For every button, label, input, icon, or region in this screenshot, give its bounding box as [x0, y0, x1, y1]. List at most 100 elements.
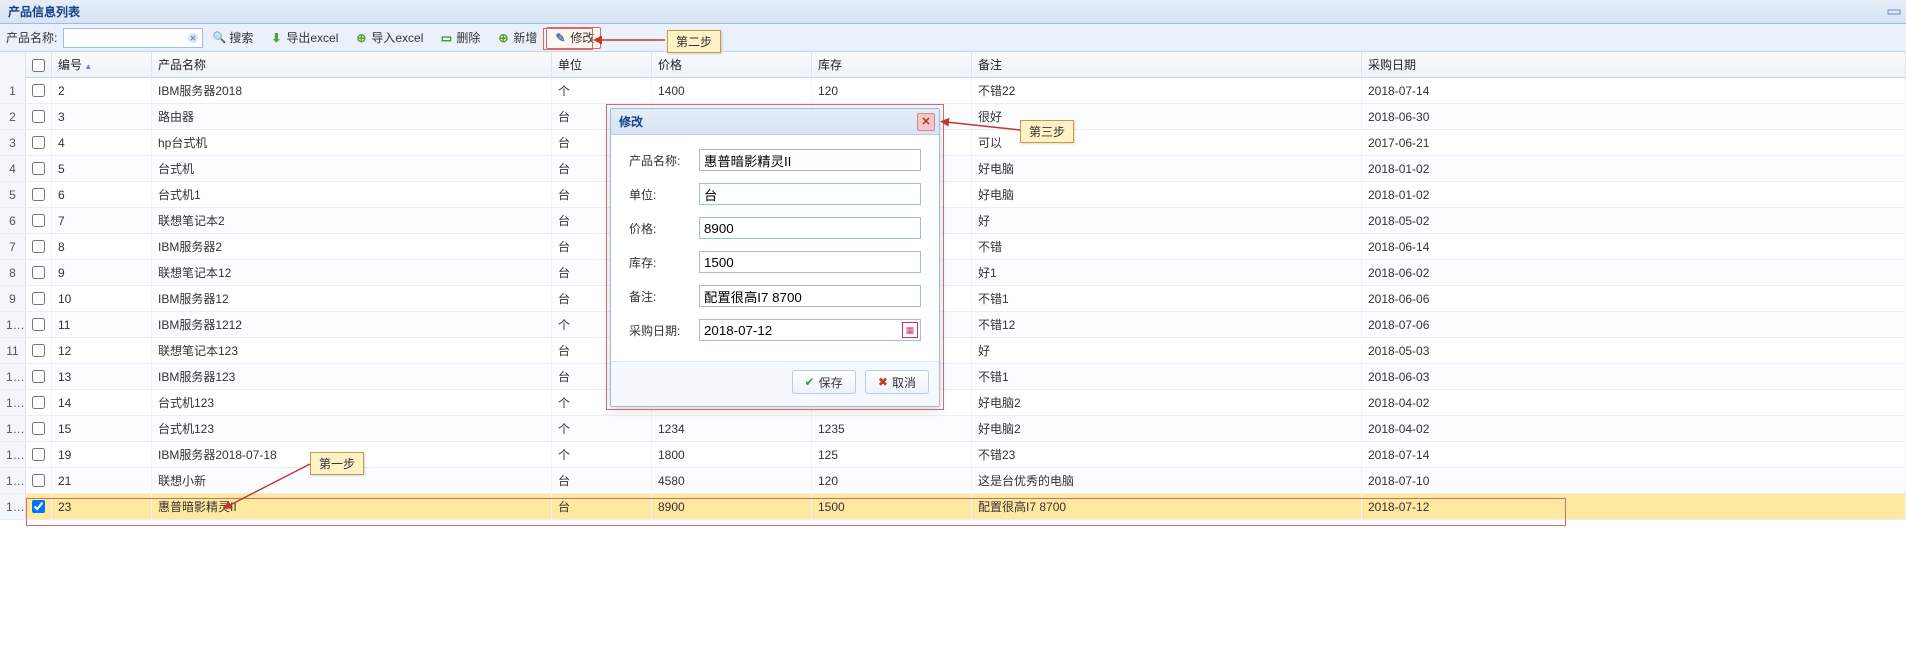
- row-checkbox[interactable]: [32, 110, 45, 123]
- cell-checkbox[interactable]: [26, 182, 52, 207]
- edit-button[interactable]: 修改: [546, 27, 601, 49]
- row-checkbox[interactable]: [32, 188, 45, 201]
- table-row[interactable]: 1723惠普暗影精灵II台89001500配置很高I7 87002018-07-…: [0, 494, 1906, 520]
- check-icon: ✔: [805, 375, 815, 389]
- row-checkbox[interactable]: [32, 240, 45, 253]
- delete-button[interactable]: 删除: [432, 27, 487, 49]
- col-note[interactable]: 备注: [972, 52, 1362, 79]
- close-icon[interactable]: ✕: [917, 113, 935, 131]
- cell-checkbox[interactable]: [26, 338, 52, 363]
- table-row[interactable]: 78IBM服务器2台不错2018-06-14: [0, 234, 1906, 260]
- cell-checkbox[interactable]: [26, 234, 52, 259]
- row-checkbox[interactable]: [32, 162, 45, 175]
- form-input-date[interactable]: [699, 319, 921, 341]
- cell-note: 不错23: [972, 442, 1362, 467]
- table-row[interactable]: 1314台式机123个12351235好电脑22018-04-02: [0, 390, 1906, 416]
- table-row[interactable]: 910IBM服务器12台不错12018-06-06: [0, 286, 1906, 312]
- cell-name: 台式机123: [152, 390, 552, 415]
- cell-checkbox[interactable]: [26, 468, 52, 493]
- cell-name: 台式机123: [152, 416, 552, 441]
- cell-checkbox[interactable]: [26, 364, 52, 389]
- cell-checkbox[interactable]: [26, 156, 52, 181]
- panel-header: 产品信息列表: [0, 0, 1906, 24]
- col-checkbox[interactable]: [26, 52, 52, 79]
- row-checkbox[interactable]: [32, 84, 45, 97]
- cell-checkbox[interactable]: [26, 312, 52, 337]
- cell-checkbox[interactable]: [26, 208, 52, 233]
- import-icon: [354, 31, 368, 45]
- cell-date: 2018-07-10: [1362, 468, 1906, 493]
- cell-name: IBM服务器12: [152, 286, 552, 311]
- form-input-name[interactable]: [699, 149, 921, 171]
- row-checkbox[interactable]: [32, 422, 45, 435]
- row-checkbox[interactable]: [32, 474, 45, 487]
- select-all-checkbox[interactable]: [32, 59, 45, 72]
- cell-checkbox[interactable]: [26, 260, 52, 285]
- cell-id: 9: [52, 260, 152, 285]
- cell-checkbox[interactable]: [26, 416, 52, 441]
- row-checkbox[interactable]: [32, 448, 45, 461]
- cell-checkbox[interactable]: [26, 442, 52, 467]
- table-row[interactable]: 1011IBM服务器1212个不错122018-07-06: [0, 312, 1906, 338]
- clear-icon[interactable]: [186, 31, 200, 45]
- cell-rownum: 10: [0, 312, 26, 337]
- form-input-note[interactable]: [699, 285, 921, 307]
- table-row[interactable]: 1415台式机123个12341235好电脑22018-04-02: [0, 416, 1906, 442]
- row-checkbox[interactable]: [32, 214, 45, 227]
- col-id[interactable]: 编号: [52, 52, 152, 79]
- col-stock[interactable]: 库存: [812, 52, 972, 79]
- add-button[interactable]: 新增: [489, 27, 544, 49]
- row-checkbox[interactable]: [32, 344, 45, 357]
- row-checkbox[interactable]: [32, 318, 45, 331]
- callout-step1: 第一步: [310, 452, 364, 475]
- calendar-icon[interactable]: ▦: [902, 322, 918, 338]
- row-checkbox[interactable]: [32, 292, 45, 305]
- cancel-button[interactable]: ✖取消: [865, 370, 929, 394]
- table-row[interactable]: 45台式机台好电脑2018-01-02: [0, 156, 1906, 182]
- import-button[interactable]: 导入excel: [347, 27, 430, 49]
- search-button[interactable]: 搜索: [205, 27, 260, 49]
- table-row[interactable]: 89联想笔记本12台好12018-06-02: [0, 260, 1906, 286]
- form-input-stock[interactable]: [699, 251, 921, 273]
- export-button[interactable]: 导出excel: [262, 27, 345, 49]
- form-label-date: 采购日期:: [629, 322, 699, 339]
- row-checkbox[interactable]: [32, 500, 45, 513]
- dialog-header[interactable]: 修改 ✕: [611, 109, 939, 135]
- table-row[interactable]: 1519IBM服务器2018-07-18个1800125不错232018-07-…: [0, 442, 1906, 468]
- table-row[interactable]: 34hp台式机台可以2017-06-21: [0, 130, 1906, 156]
- table-row[interactable]: 1621联想小新台4580120这是台优秀的电脑2018-07-10: [0, 468, 1906, 494]
- table-row[interactable]: 23路由器台很好2018-06-30: [0, 104, 1906, 130]
- cell-date: 2018-05-02: [1362, 208, 1906, 233]
- cell-rownum: 15: [0, 442, 26, 467]
- row-checkbox[interactable]: [32, 136, 45, 149]
- cell-checkbox[interactable]: [26, 494, 52, 519]
- table-row[interactable]: 67联想笔记本2台好2018-05-02: [0, 208, 1906, 234]
- table-row[interactable]: 1112联想笔记本123台好2018-05-03: [0, 338, 1906, 364]
- col-unit[interactable]: 单位: [552, 52, 652, 79]
- product-name-input[interactable]: [63, 28, 203, 48]
- cell-checkbox[interactable]: [26, 390, 52, 415]
- cell-checkbox[interactable]: [26, 286, 52, 311]
- cell-date: 2018-01-02: [1362, 156, 1906, 181]
- form-input-unit[interactable]: [699, 183, 921, 205]
- col-price[interactable]: 价格: [652, 52, 812, 79]
- col-date[interactable]: 采购日期: [1362, 52, 1906, 79]
- cell-date: 2018-07-14: [1362, 78, 1906, 103]
- row-checkbox[interactable]: [32, 266, 45, 279]
- table-row[interactable]: 12IBM服务器2018个1400120不错222018-07-14: [0, 78, 1906, 104]
- panel-title: 产品信息列表: [8, 5, 80, 19]
- row-checkbox[interactable]: [32, 396, 45, 409]
- cell-note: 好电脑2: [972, 416, 1362, 441]
- save-button[interactable]: ✔保存: [792, 370, 856, 394]
- col-name[interactable]: 产品名称: [152, 52, 552, 79]
- cell-date: 2018-07-12: [1362, 494, 1906, 519]
- row-checkbox[interactable]: [32, 370, 45, 383]
- col-rownum: [0, 52, 26, 79]
- table-row[interactable]: 1213IBM服务器123台不错12018-06-03: [0, 364, 1906, 390]
- cell-checkbox[interactable]: [26, 104, 52, 129]
- collapse-icon[interactable]: [1886, 4, 1902, 20]
- cell-checkbox[interactable]: [26, 78, 52, 103]
- form-input-price[interactable]: [699, 217, 921, 239]
- table-row[interactable]: 56台式机1台好电脑2018-01-02: [0, 182, 1906, 208]
- cell-checkbox[interactable]: [26, 130, 52, 155]
